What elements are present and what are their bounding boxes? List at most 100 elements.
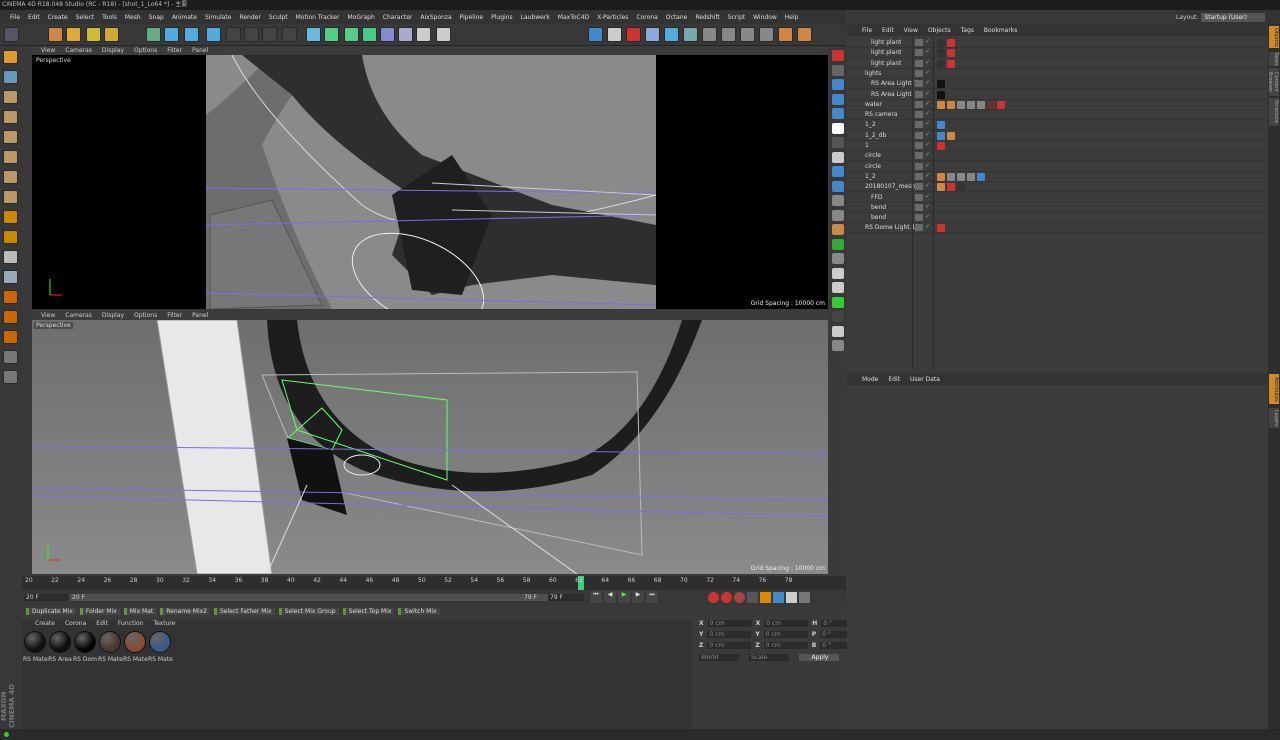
apply-button[interactable]: Apply	[799, 654, 839, 661]
object-tag-icon[interactable]	[987, 100, 995, 109]
plugin-tool-icon[interactable]	[740, 27, 755, 42]
play-button[interactable]: ▶	[618, 591, 630, 603]
viewport-tool-icon[interactable]	[832, 122, 844, 134]
object-name[interactable]: bend	[871, 214, 886, 221]
mix-button[interactable]: Select Father Mix	[213, 608, 275, 615]
attribute-menu-item[interactable]: Edit	[883, 376, 905, 383]
render-queue-icon[interactable]	[282, 27, 297, 42]
menu-item[interactable]: Sculpt	[265, 14, 292, 21]
mix-button[interactable]: Rename Mix2	[160, 608, 210, 615]
points-mode-icon[interactable]	[3, 130, 18, 144]
scale-icon[interactable]	[86, 27, 101, 42]
object-tag-icon[interactable]	[937, 172, 945, 181]
visibility-toggle-icon[interactable]	[915, 131, 923, 139]
object-name[interactable]: light plant	[871, 39, 902, 46]
workplane-icon[interactable]	[3, 110, 18, 124]
object-row[interactable]: 1_2 ✓	[847, 120, 1268, 131]
visibility-toggle-icon[interactable]	[915, 183, 923, 191]
menu-item[interactable]: Window	[749, 14, 781, 21]
menu-item[interactable]: Select	[72, 14, 99, 21]
menu-item[interactable]: Render	[235, 14, 264, 21]
object-row[interactable]: circle ✓	[847, 151, 1268, 162]
attribute-menu-item[interactable]: User Data	[905, 376, 945, 383]
enabled-check-icon[interactable]: ✓	[925, 151, 930, 158]
scale-key-icon[interactable]	[760, 592, 771, 603]
visibility-toggle-icon[interactable]	[915, 142, 923, 149]
viewport-menu-item[interactable]: View	[36, 312, 60, 319]
object-name[interactable]: 1_2_db	[865, 132, 886, 139]
object-menu-item[interactable]: Tags	[956, 27, 979, 34]
prev-key-button[interactable]: ◀	[604, 591, 616, 603]
visibility-toggle-icon[interactable]	[915, 69, 923, 77]
object-row[interactable]: 20180107_mesh ✓	[847, 182, 1268, 193]
menu-item[interactable]: Plugins	[487, 14, 517, 21]
side-tab[interactable]: Objects	[1269, 26, 1279, 48]
object-tag-icon[interactable]	[937, 142, 945, 150]
mix-button[interactable]: Select Mix Group	[278, 608, 339, 615]
object-tag-icon[interactable]	[967, 100, 975, 109]
frame-range-slider[interactable]: 20 F	[70, 594, 550, 601]
enabled-check-icon[interactable]: ✓	[925, 110, 930, 117]
object-tag-icon[interactable]	[947, 172, 955, 181]
viewport-tool-icon[interactable]	[832, 166, 844, 177]
mix-button[interactable]: Mix Mat	[123, 608, 157, 615]
viewport-menu-item[interactable]: Filter	[162, 47, 187, 54]
viewport-tool-icon[interactable]	[832, 93, 844, 105]
object-row[interactable]: light plant ✓	[847, 59, 1268, 69]
coord-field[interactable]: 0 cm	[764, 620, 809, 627]
object-tag-icon[interactable]	[957, 183, 965, 192]
mix-button[interactable]: Switch Mix	[398, 608, 440, 615]
enabled-check-icon[interactable]: ✓	[925, 90, 930, 97]
coord-field[interactable]: 0 cm	[763, 642, 808, 649]
object-menu-item[interactable]: Objects	[923, 27, 956, 34]
coord-field[interactable]: 0 cm	[707, 642, 752, 649]
object-name[interactable]: 1	[865, 142, 869, 149]
object-name[interactable]: bend	[871, 204, 886, 211]
visibility-toggle-icon[interactable]	[915, 214, 923, 222]
object-menu-item[interactable]: Bookmarks	[979, 27, 1023, 34]
visibility-toggle-icon[interactable]	[915, 39, 923, 46]
object-name[interactable]: RS Area Light	[871, 91, 912, 98]
visibility-toggle-icon[interactable]	[915, 224, 923, 232]
object-name[interactable]: 1_2	[865, 173, 876, 180]
move-icon[interactable]	[66, 27, 81, 42]
menu-item[interactable]: Pipeline	[456, 14, 487, 21]
menu-item[interactable]: File	[6, 14, 24, 21]
viewport-menu-item[interactable]: Display	[97, 47, 129, 54]
menu-item[interactable]: Motion Tracker	[292, 14, 344, 21]
menu-item[interactable]: AixSponza	[416, 14, 455, 21]
viewport-menu-item[interactable]: Filter	[162, 312, 187, 319]
object-name[interactable]: circle	[865, 163, 881, 170]
object-name[interactable]: 1_2	[865, 121, 876, 128]
coord-field[interactable]: 0 cm	[707, 631, 752, 638]
viewport-tool-icon[interactable]	[832, 151, 844, 163]
enabled-check-icon[interactable]: ✓	[925, 193, 930, 200]
plugin-tool-icon[interactable]	[683, 27, 698, 42]
object-row[interactable]: RS Area Light.1 ✓	[847, 79, 1268, 90]
param-key-icon[interactable]	[786, 592, 797, 603]
viewport-tool-icon[interactable]	[832, 253, 844, 264]
visibility-toggle-icon[interactable]	[915, 172, 923, 180]
move-key-icon[interactable]	[747, 592, 758, 603]
object-row[interactable]: 1_2_db ✓	[847, 131, 1268, 141]
axis-mode-icon[interactable]	[3, 190, 18, 204]
model-mode-icon[interactable]	[3, 70, 18, 84]
material-menu-item[interactable]: Function	[113, 620, 149, 629]
mix-button[interactable]: Duplicate Mix	[26, 608, 76, 615]
deformer-icon[interactable]	[380, 27, 395, 42]
material-swatch[interactable]: RS Area	[48, 631, 72, 665]
viewport-tool-icon[interactable]	[832, 340, 844, 351]
material-swatch[interactable]: RS Dom	[73, 631, 97, 665]
next-key-button[interactable]: ▶	[632, 591, 644, 603]
material-menu-item[interactable]: Create	[30, 620, 60, 629]
visibility-toggle-icon[interactable]	[915, 203, 923, 211]
material-menu-item[interactable]: Edit	[91, 620, 113, 629]
viewport-menu-item[interactable]: Panel	[187, 47, 213, 54]
menu-item[interactable]: Create	[44, 14, 72, 21]
cube-icon[interactable]	[306, 27, 321, 42]
plugin-tool-icon[interactable]	[721, 27, 736, 42]
enabled-check-icon[interactable]: ✓	[925, 79, 930, 86]
viewport-tool-icon[interactable]	[832, 64, 844, 76]
plugin-tool-icon[interactable]	[797, 27, 812, 42]
object-menu-item[interactable]: Edit	[877, 27, 899, 34]
